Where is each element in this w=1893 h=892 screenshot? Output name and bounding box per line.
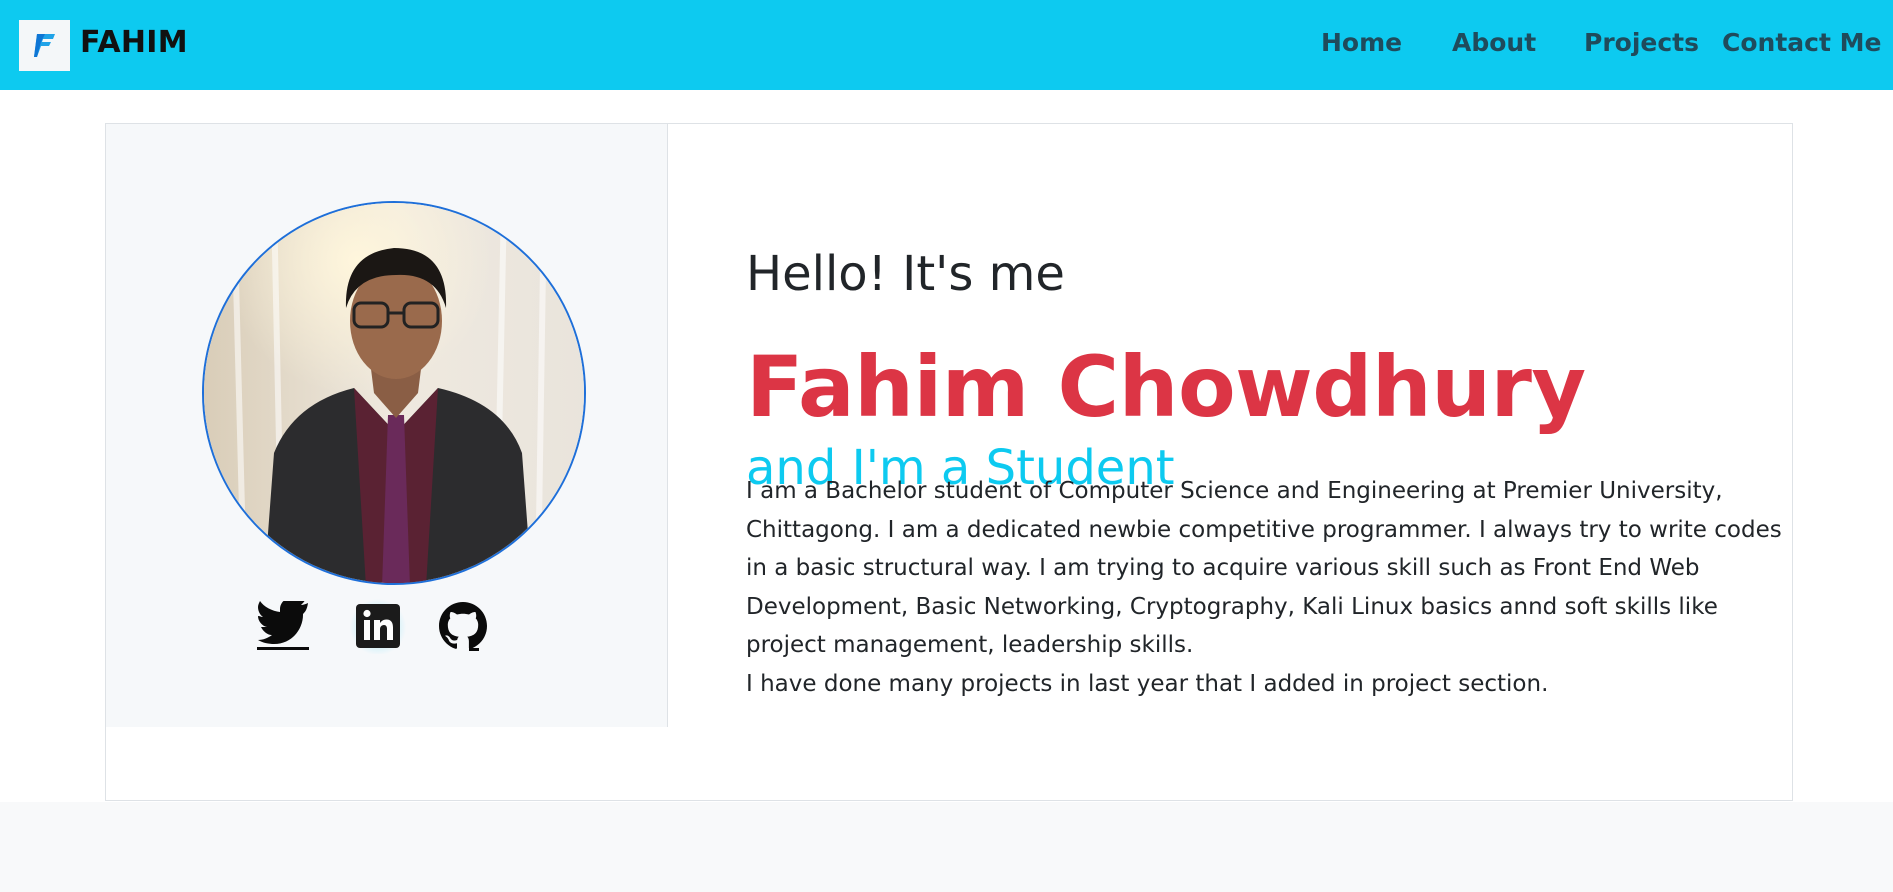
profile-left-panel [106, 124, 668, 727]
github-link[interactable] [435, 598, 491, 654]
nav-about-link[interactable]: About [1452, 28, 1536, 57]
bio-paragraph: I have done many projects in last year t… [746, 670, 1549, 697]
avatar [202, 201, 586, 585]
brand-logo [19, 19, 70, 71]
twitter-icon [257, 601, 309, 650]
profile-photo [204, 203, 584, 583]
greeting-heading: Hello! It's me [746, 245, 1065, 302]
linkedin-link[interactable] [350, 598, 406, 654]
brand-link[interactable]: FAHIM [19, 19, 188, 71]
nav-home-link[interactable]: Home [1321, 28, 1402, 57]
navbar: FAHIM Home About Projects Contact Me [0, 0, 1893, 90]
github-icon [439, 602, 487, 651]
brand-name: FAHIM [80, 24, 188, 60]
brand-f-icon [33, 34, 55, 57]
nav-projects-link[interactable]: Projects [1584, 28, 1699, 57]
linkedin-icon [356, 604, 400, 648]
profile-card: Hello! It's me Fahim Chowdhury and I'm a… [105, 123, 1793, 801]
bio-paragraph: I am a Bachelor student of Computer Scie… [746, 478, 1782, 658]
nav-contact-link[interactable]: Contact Me [1722, 28, 1881, 57]
name-heading: Fahim Chowdhury [746, 338, 1586, 437]
bio-text: I am a Bachelor student of Computer Scie… [746, 472, 1786, 703]
twitter-link[interactable] [255, 598, 311, 654]
